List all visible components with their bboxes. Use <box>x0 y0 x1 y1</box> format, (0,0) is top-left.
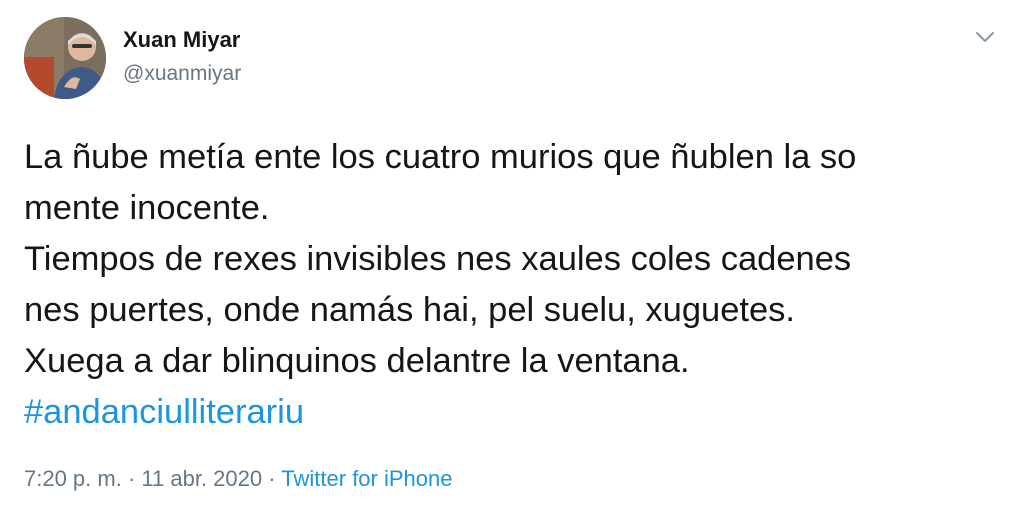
meta-separator: · <box>268 466 276 491</box>
tweet-text-line: La ñube metía ente los cuatro murios que… <box>24 138 857 176</box>
hashtag-link[interactable]: #andanciulliterariu <box>24 387 1014 438</box>
author-name[interactable]: Xuan Miyar <box>123 27 240 53</box>
tweet-text: La ñube metía ente los cuatro murios que… <box>24 132 1014 438</box>
author-handle[interactable]: @xuanmiyar <box>123 62 241 86</box>
tweet-card: Xuan Miyar @xuanmiyar La ñube metía ente… <box>0 0 1024 518</box>
tweet-text-line: Tiempos de rexes invisibles nes xaules c… <box>24 240 852 278</box>
source-link[interactable]: Twitter for iPhone <box>281 466 452 491</box>
tweet-meta: 7:20 p. m. · 11 abr. 2020 · Twitter for … <box>24 466 452 492</box>
meta-separator: · <box>127 466 136 491</box>
tweet-time[interactable]: 7:20 p. m. <box>24 466 122 491</box>
avatar-image <box>24 17 106 99</box>
tweet-text-line: Xuega a dar blinquinos delantre la venta… <box>24 342 690 380</box>
tweet-text-line: mente inocente. <box>24 189 270 227</box>
tweet-date[interactable]: 11 abr. 2020 <box>141 466 262 491</box>
chevron-down-icon[interactable] <box>972 26 998 48</box>
tweet-text-line: nes puertes, onde namás hai, pel suelu, … <box>24 291 796 329</box>
avatar[interactable] <box>24 17 106 99</box>
